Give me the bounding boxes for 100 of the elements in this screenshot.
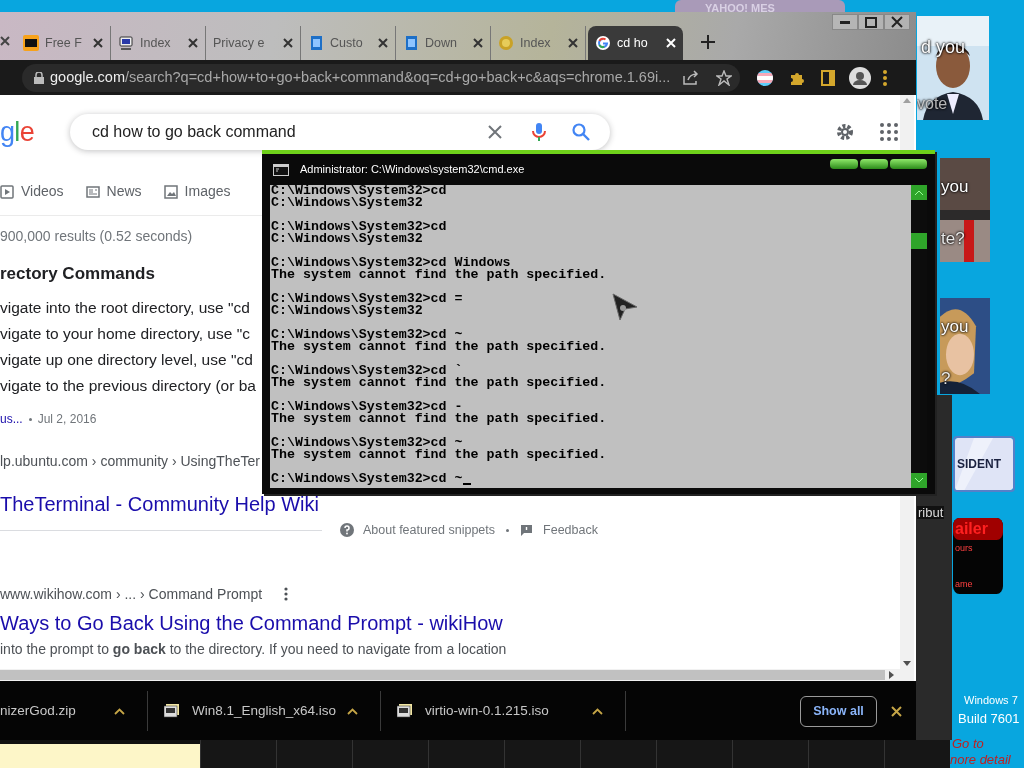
snippet-item: vigate to your home directory, use "c: [0, 324, 250, 344]
close-icon: [891, 16, 903, 28]
result-title[interactable]: Ways to Go Back Using the Command Prompt - wikiHow: [0, 609, 503, 637]
document-icon: [403, 35, 419, 51]
scroll-up-icon[interactable]: [911, 185, 927, 200]
side-panel-icon[interactable]: [821, 69, 835, 86]
microphone-icon[interactable]: [532, 122, 546, 142]
caret-icon: [114, 707, 125, 715]
help-icon: [340, 523, 354, 537]
minimize-button[interactable]: [830, 158, 858, 169]
console-line: The system cannot find the path specified.: [271, 449, 607, 461]
result-url: lp.ubuntu.com › community › UsingTheTer: [0, 452, 260, 471]
snippet-date: Jul 2, 2016: [37, 411, 97, 428]
console-line: C:\Windows\System32>cd ~: [271, 437, 463, 449]
close-button[interactable]: [884, 14, 910, 30]
close-icon[interactable]: [568, 38, 578, 48]
result-snippet: into the prompt to go back to the directory. If you need to navigate from a location: [0, 640, 507, 658]
console-line: The system cannot find the path specified.: [271, 269, 607, 281]
close-icon[interactable]: [891, 705, 902, 717]
close-icon[interactable]: [0, 36, 10, 46]
document-icon: [308, 35, 324, 51]
console-line: The system cannot find the path specified.: [271, 413, 607, 425]
console-line: C:\Windows\System32>cd ~: [271, 329, 463, 341]
console-line: C:\Windows\System32>cd ~: [271, 473, 463, 485]
close-icon[interactable]: [473, 38, 483, 48]
about-link[interactable]: About featured snippets: [363, 520, 496, 540]
close-icon[interactable]: [378, 38, 388, 48]
scroll-right-icon[interactable]: [887, 671, 895, 679]
gadget-card[interactable]: SIDENT: [953, 436, 1015, 492]
settings-icon[interactable]: [835, 122, 855, 142]
feedback-link[interactable]: Feedback: [543, 520, 598, 540]
console-line: C:\Windows\System32: [271, 233, 423, 245]
google-logo[interactable]: gle: [0, 118, 70, 146]
gadget-text: ours: [955, 544, 973, 553]
show-all-button[interactable]: Show all: [800, 695, 877, 727]
snippet-item: vigate up one directory level, use "cd: [0, 350, 253, 370]
new-tab-icon[interactable]: [701, 35, 715, 49]
window-text: ribut: [917, 506, 945, 519]
scrollbar-thumb[interactable]: [911, 233, 927, 249]
gadget-card[interactable]: you te?: [940, 158, 990, 262]
gadget-text: you: [941, 178, 969, 195]
close-icon[interactable]: [93, 38, 103, 48]
console-line: The system cannot find the path specified.: [271, 377, 607, 389]
console-icon: [273, 163, 289, 176]
console-line: The system cannot find the path specified.: [271, 341, 607, 353]
console-line: C:\Windows\System32>cd =: [271, 293, 463, 305]
scroll-down-icon[interactable]: [903, 661, 911, 667]
download-item[interactable]: Win8.1_English_x64.iso: [148, 691, 381, 731]
browser-tab[interactable]: cd ho: [588, 26, 683, 60]
console-line: C:\Windows\System32>cd -: [271, 401, 463, 413]
search-input[interactable]: cd how to go back command: [92, 120, 488, 144]
search-tab[interactable]: Images: [163, 181, 231, 202]
close-button[interactable]: [890, 158, 927, 169]
download-item[interactable]: nizerGod.zip: [0, 691, 148, 731]
maximize-icon: [865, 16, 877, 28]
site-icon: [23, 35, 39, 51]
lock-icon: [34, 71, 44, 84]
console-line: C:\Windows\System32>cd Windows: [271, 257, 511, 269]
search-bar[interactable]: cd how to go back command: [70, 114, 610, 150]
build-number: Build 7601: [958, 712, 1020, 725]
os-version: Windows 7: [964, 695, 1018, 706]
window-title: Administrator: C:\Windows\system32\cmd.exe: [300, 162, 525, 178]
pointer-icon: [612, 293, 638, 321]
minimize-icon: [840, 20, 850, 24]
search-tab[interactable]: Videos: [0, 181, 64, 202]
caret-icon: [347, 707, 358, 715]
monitor-icon: [118, 35, 134, 51]
caret-icon: [592, 707, 603, 715]
gadget-text: ame: [955, 580, 973, 589]
more-icon[interactable]: [284, 587, 289, 601]
gadget-text: SIDENT: [957, 458, 1001, 470]
play-icon: [0, 184, 14, 199]
source-link[interactable]: us...: [0, 410, 23, 428]
apps-icon[interactable]: [880, 123, 898, 141]
minimize-button[interactable]: [832, 14, 858, 30]
console-line: C:\Windows\System32: [271, 305, 423, 317]
close-icon[interactable]: [283, 38, 293, 48]
feedback-icon: [520, 523, 534, 537]
scrollbar-thumb[interactable]: [0, 670, 885, 680]
flag-icon[interactable]: [757, 69, 773, 86]
console-line: C:\Windows\System32>cd: [271, 221, 447, 233]
result-url: www.wikihow.com › ... › Command Prompt: [0, 584, 263, 604]
avatar-icon[interactable]: [849, 66, 871, 89]
maximize-button[interactable]: [860, 158, 888, 169]
gadget-text: te?: [941, 230, 965, 247]
clear-icon[interactable]: [488, 125, 502, 139]
share-icon[interactable]: [682, 69, 700, 86]
menu-icon[interactable]: [883, 69, 887, 86]
notice-text: Go to: [952, 737, 984, 750]
result-title[interactable]: TheTerminal - Community Help Wiki: [0, 490, 319, 518]
search-icon[interactable]: [572, 123, 590, 141]
address-bar[interactable]: google.com/search?q=cd+how+to+go+back+command&oq=cd+go+back+c&aqs=chrome.1.69i...: [22, 63, 740, 92]
star-icon[interactable]: [716, 69, 732, 86]
gadget-card[interactable]: ailer ours ame: [953, 518, 1003, 594]
download-item[interactable]: virtio-win-0.1.215.iso: [381, 691, 626, 731]
search-tab[interactable]: News: [85, 181, 142, 202]
image-icon: [163, 184, 178, 199]
disc-image-icon: [397, 704, 413, 718]
maximize-button[interactable]: [858, 14, 884, 30]
close-icon[interactable]: [188, 38, 198, 48]
